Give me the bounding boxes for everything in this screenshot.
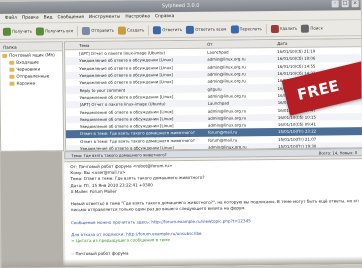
info-subject: Тема: Где взять такого домашнего животно…: [71, 151, 167, 158]
toolbar-button[interactable]: Переслать: [230, 24, 262, 33]
toolbar-button[interactable]: Ответить: [153, 25, 183, 34]
message-from: forum@mail.ru: [208, 137, 238, 143]
toolbar-button-label: Удалить: [279, 25, 298, 31]
folder-label: Отправленные: [16, 73, 50, 79]
search-icon: [301, 24, 310, 33]
menu-item[interactable]: Правка: [22, 15, 39, 20]
message-from: Launchpad: [207, 100, 230, 106]
maximize-icon[interactable]: □: [341, 0, 349, 8]
toolbar-button[interactable]: Удалить: [270, 24, 298, 33]
toolbar-button-label: Ответить всем: [195, 26, 227, 32]
sidebar-empty-area: [0, 151, 64, 268]
close-icon[interactable]: ×: [351, 0, 359, 8]
message-from: admin@linux.org.ru: [207, 56, 246, 63]
free-badge-label: FREE: [295, 76, 341, 105]
message-date: 15/01/10(Пт) 21:07: [278, 136, 317, 142]
message-date: 16/01/10(Сб) 18:06: [277, 56, 316, 62]
mail-window: Sylpheed 3.0.0 – □ × Файл Правка Вид Сообще…: [0, 0, 362, 268]
message-date: 16/01/10(Сб) 10:15: [277, 114, 316, 120]
toolbar-button-label: Переслать: [239, 26, 262, 32]
message-from: forum@mail.ru: [207, 129, 238, 136]
column-subject[interactable]: Тема: [65, 42, 207, 48]
window-title: Sylpheed 3.0.0: [161, 2, 200, 10]
folder-label: Корзина: [16, 80, 35, 86]
toolbar-button[interactable]: Получить все: [35, 26, 74, 36]
folder-label: Почтовый ящик (Mh): [9, 52, 55, 58]
message-date: 15/01/10(Пт) 23:22: [277, 128, 317, 135]
toolbar-button-label: Отправить: [91, 27, 115, 33]
toolbar-button[interactable]: Создать: [117, 26, 145, 35]
message-from: admin@linux.org.ru: [207, 71, 246, 77]
folder-icon: [9, 81, 15, 86]
delete-icon: [270, 24, 279, 33]
info-counts: Всего: 14, Новых: 0: [318, 149, 358, 156]
message-from: admin@linux.org.ru: [207, 64, 246, 70]
message-info-bar: Тема: Где взять такого домашнего животно…: [64, 148, 362, 160]
toolbar-separator: [148, 24, 150, 35]
toolbar-button[interactable]: Поиск: [301, 24, 324, 33]
get-all-icon: [35, 26, 44, 36]
message-from: admin@linux.org.ru: [207, 93, 247, 99]
toolbar-button-label: Получить все: [44, 28, 74, 34]
message-from: admin@linux.org.ru: [207, 115, 247, 121]
toolbar-button-label: Получить: [11, 28, 32, 34]
message-date: 16/01/10(Сб) 14:55: [277, 63, 316, 69]
toolbar-button-label: Ответить: [162, 26, 183, 33]
menu-item[interactable]: Вид: [44, 15, 53, 20]
window-controls: – □ ×: [331, 0, 359, 8]
message-from: admin@linux.org.ru: [207, 107, 247, 114]
message-from: gitguru: [207, 86, 222, 92]
message-preview: От: Почтовый робот форума <robot@forum.r…: [64, 158, 362, 268]
toolbar-button-label: Поиск: [310, 25, 324, 31]
folder-item[interactable]: Корзина: [0, 79, 62, 87]
folder-label: Черновики: [16, 66, 41, 72]
folder-icon: [2, 53, 8, 58]
compose-icon: [117, 26, 127, 35]
toolbar-separator: [77, 25, 79, 36]
message-from: admin@linux.org.ru: [207, 78, 246, 85]
message-from: admin@linux.org.ru: [207, 122, 247, 128]
toolbar: Получить Получить все Отправить Создать Отве…: [0, 20, 362, 40]
menu-item[interactable]: Справка: [155, 14, 174, 19]
message-date: 16/01/10(Сб) 21:19: [277, 48, 316, 55]
toolbar-separator: [265, 23, 267, 34]
toolbar-button[interactable]: Ответить всем: [186, 25, 227, 34]
column-date[interactable]: Дата: [277, 40, 327, 46]
get-mail-icon: [2, 27, 11, 36]
folder-icon: [9, 67, 15, 72]
folder-tree: Папка Почтовый ящик (Mh) Входящие Черновик…: [0, 41, 65, 152]
toolbar-button[interactable]: Получить: [2, 27, 32, 36]
message-date: 16/01/10(Сб) 09:41: [277, 121, 317, 128]
folder-label: Входящие: [16, 59, 39, 65]
screenshot: Sylpheed 3.0.0 – □ × Файл Правка Вид Сообще…: [0, 0, 362, 268]
column-from[interactable]: От: [207, 41, 277, 47]
menu-item[interactable]: Сообщения: [58, 15, 84, 20]
reply-all-icon: [186, 25, 195, 34]
folder-icon: [9, 74, 15, 79]
menu-item[interactable]: Инструменты: [89, 15, 120, 20]
message-from: Launchpad: [207, 49, 229, 55]
menu-item[interactable]: Файл: [5, 16, 17, 21]
reply-icon: [153, 25, 162, 34]
toolbar-button-label: Создать: [126, 27, 145, 33]
minimize-icon[interactable]: –: [331, 0, 339, 8]
menu-item[interactable]: Настройка: [125, 14, 150, 19]
send-icon: [82, 26, 91, 35]
folder-icon: [9, 60, 15, 65]
forward-icon: [230, 24, 239, 33]
toolbar-button[interactable]: Отправить: [82, 26, 115, 35]
